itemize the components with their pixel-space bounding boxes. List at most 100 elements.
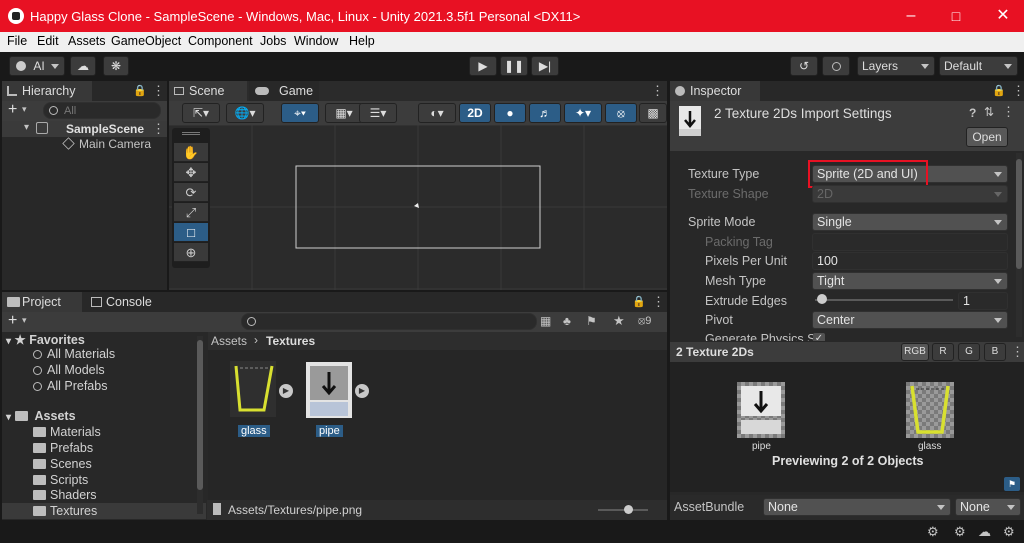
more-menu-icon[interactable]: ⋮ bbox=[651, 83, 664, 99]
chevron-down-icon[interactable]: ▾ bbox=[22, 315, 27, 326]
more-menu-icon[interactable]: ⋮ bbox=[152, 83, 165, 99]
menu-gameobject[interactable]: GameObject bbox=[111, 34, 181, 48]
increment-snap-button[interactable]: ☰▾ bbox=[359, 103, 397, 123]
assets-header[interactable]: ▾ Assets bbox=[6, 409, 76, 423]
assetbundle-variant-dropdown[interactable]: None bbox=[955, 498, 1021, 516]
tab-console[interactable]: Console bbox=[86, 292, 166, 312]
account-dropdown[interactable]: AI bbox=[9, 56, 65, 76]
channel-g-button[interactable]: G bbox=[958, 343, 980, 361]
layout-dropdown[interactable]: Default bbox=[939, 56, 1018, 76]
menu-edit[interactable]: Edit bbox=[37, 34, 59, 48]
audio-toggle[interactable]: ♬ bbox=[529, 103, 561, 123]
help-icon[interactable]: ? bbox=[969, 106, 976, 120]
scene-viewport[interactable] bbox=[169, 125, 667, 290]
settings-icon[interactable]: ⚙ bbox=[1003, 524, 1015, 540]
grid-button[interactable]: ▦▾ bbox=[325, 103, 363, 123]
channel-b-button[interactable]: B bbox=[984, 343, 1006, 361]
scene-row[interactable]: ▾ SampleScene ⋮ bbox=[2, 121, 167, 137]
play-button[interactable]: ▶ bbox=[469, 56, 497, 76]
channel-r-button[interactable]: R bbox=[932, 343, 954, 361]
folder-item[interactable]: Shaders bbox=[33, 488, 97, 502]
progress-icon[interactable]: ⚙ bbox=[954, 524, 966, 540]
shading-button[interactable]: ◐▾ bbox=[418, 103, 456, 123]
texture-shape-dropdown[interactable]: 2D bbox=[812, 185, 1008, 203]
mode-2d-toggle[interactable]: 2D bbox=[459, 103, 491, 123]
search-button[interactable] bbox=[822, 56, 850, 76]
more-menu-icon[interactable]: ⋮ bbox=[1002, 104, 1015, 120]
expand-arrow-icon[interactable]: ▾ bbox=[24, 122, 29, 133]
more-menu-icon[interactable]: ⋮ bbox=[1012, 83, 1024, 99]
filter-type-icon[interactable]: ▦ bbox=[540, 314, 551, 328]
extrude-edges-input[interactable]: 1 bbox=[958, 292, 1008, 310]
pause-button[interactable]: ❚❚ bbox=[500, 56, 528, 76]
folder-item[interactable]: Textures bbox=[33, 504, 97, 518]
extrude-edges-slider[interactable] bbox=[815, 299, 953, 301]
favorites-header[interactable]: ▾ ★ Favorites bbox=[6, 332, 85, 347]
hand-tool-button[interactable]: ✋ bbox=[174, 143, 208, 162]
menu-help[interactable]: Help bbox=[349, 34, 375, 48]
tag-icon[interactable]: ⚑ bbox=[586, 314, 597, 328]
favorite-item[interactable]: All Prefabs bbox=[33, 379, 107, 393]
favorite-item[interactable]: All Materials bbox=[33, 347, 115, 361]
hidden-packages-icon[interactable]: ⦻9 bbox=[638, 315, 651, 328]
tab-inspector[interactable]: Inspector bbox=[670, 81, 760, 101]
debug-icon[interactable]: ⚙ bbox=[927, 524, 939, 540]
expand-subassets-icon[interactable]: ▶ bbox=[355, 384, 369, 398]
layers-dropdown[interactable]: Layers bbox=[857, 56, 935, 76]
global-button[interactable]: 🌐▾ bbox=[226, 103, 264, 123]
scale-tool-button[interactable]: ⤢ bbox=[174, 203, 208, 222]
hierarchy-search-input[interactable]: All bbox=[43, 102, 161, 119]
close-button[interactable]: ✕ bbox=[993, 6, 1013, 26]
rotate-tool-button[interactable]: ⟳ bbox=[174, 183, 208, 202]
mesh-type-dropdown[interactable]: Tight bbox=[812, 272, 1008, 290]
more-menu-icon[interactable]: ⋮ bbox=[1011, 344, 1024, 360]
tab-scene[interactable]: Scene bbox=[169, 81, 247, 101]
lock-icon[interactable]: 🔒 bbox=[133, 84, 147, 97]
expand-subassets-icon[interactable]: ▶ bbox=[279, 384, 293, 398]
collab-button[interactable]: ❋ bbox=[103, 56, 129, 76]
grid-snap-button[interactable]: ⌖▾ bbox=[281, 103, 319, 123]
menu-component[interactable]: Component bbox=[188, 34, 253, 48]
cache-server-icon[interactable]: ☁ bbox=[978, 524, 991, 540]
visibility-toggle[interactable]: ⦻ bbox=[605, 103, 637, 123]
project-search-input[interactable] bbox=[241, 313, 537, 330]
breadcrumb-root[interactable]: Assets bbox=[211, 334, 247, 348]
lock-icon[interactable]: 🔒 bbox=[632, 295, 646, 308]
folder-item[interactable]: Prefabs bbox=[33, 441, 93, 455]
packing-tag-input[interactable] bbox=[812, 233, 1008, 251]
generate-physics-checkbox[interactable]: ✓ bbox=[813, 333, 825, 341]
more-menu-icon[interactable]: ⋮ bbox=[652, 294, 665, 310]
tab-game[interactable]: Game bbox=[249, 81, 319, 101]
presets-icon[interactable]: ⇅ bbox=[984, 105, 994, 119]
tree-scrollbar-thumb[interactable] bbox=[197, 340, 203, 490]
inspector-scrollbar[interactable] bbox=[1016, 153, 1022, 337]
menu-file[interactable]: File bbox=[7, 34, 27, 48]
asset-tile[interactable]: glass bbox=[228, 360, 278, 437]
label-tag-icon[interactable]: ⚑ bbox=[1004, 477, 1020, 491]
add-button[interactable]: + bbox=[8, 312, 17, 330]
channel-rgb-button[interactable]: RGB bbox=[901, 343, 929, 361]
favorite-item[interactable]: All Models bbox=[33, 363, 105, 377]
lighting-toggle[interactable]: ● bbox=[494, 103, 526, 123]
breadcrumb-current[interactable]: Textures bbox=[266, 334, 315, 348]
maximize-button[interactable]: □ bbox=[946, 6, 966, 26]
hierarchy-item[interactable]: Main Camera bbox=[2, 137, 167, 153]
menu-jobs[interactable]: Jobs bbox=[260, 34, 286, 48]
zoom-slider[interactable] bbox=[598, 509, 648, 511]
tab-hierarchy[interactable]: Hierarchy bbox=[2, 81, 92, 101]
more-menu-icon[interactable]: ⋮ bbox=[152, 121, 165, 137]
transform-tool-button[interactable]: ⊕ bbox=[174, 243, 208, 262]
menu-window[interactable]: Window bbox=[294, 34, 338, 48]
history-button[interactable]: ↺ bbox=[790, 56, 818, 76]
add-button[interactable]: + bbox=[8, 101, 17, 119]
folder-item[interactable]: Scripts bbox=[33, 473, 88, 487]
cloud-button[interactable]: ☁ bbox=[70, 56, 96, 76]
move-tool-button[interactable]: ✥ bbox=[174, 163, 208, 182]
folder-item[interactable]: Scenes bbox=[33, 457, 92, 471]
step-button[interactable]: ▶| bbox=[531, 56, 559, 76]
lock-icon[interactable]: 🔒 bbox=[992, 84, 1006, 97]
inspector-scrollbar-thumb[interactable] bbox=[1016, 159, 1022, 269]
pivot-dropdown[interactable]: Center bbox=[812, 311, 1008, 329]
filter-label-icon[interactable]: ♣ bbox=[563, 314, 571, 328]
camera-button[interactable]: ▩ bbox=[639, 103, 667, 123]
